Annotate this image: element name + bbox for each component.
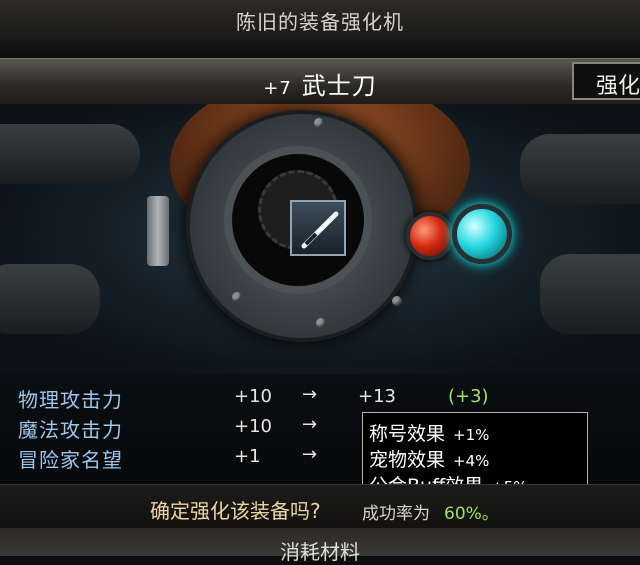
bolt xyxy=(392,296,402,306)
red-orb-icon xyxy=(406,212,454,260)
stat-name: 物理攻击力 xyxy=(18,388,123,412)
katana-icon xyxy=(301,211,339,249)
bolt xyxy=(316,318,326,328)
title-strip xyxy=(0,38,640,59)
success-rate-value: 60%。 xyxy=(444,504,499,524)
bolt xyxy=(314,118,324,128)
pipe-right-lower xyxy=(540,254,640,334)
stat-name: 魔法攻击力 xyxy=(18,418,123,442)
cyan-orb-icon xyxy=(452,204,512,264)
tooltip-value: +4% xyxy=(453,452,490,470)
item-slot[interactable] xyxy=(290,200,346,256)
stat-current: +10 xyxy=(234,386,272,407)
window-title: 陈旧的装备强化机 xyxy=(236,10,404,34)
item-name: 武士刀 xyxy=(301,72,377,100)
enhance-tab[interactable]: 强化 xyxy=(572,62,640,100)
arrow-icon: → xyxy=(302,384,318,405)
enhance-tab-label: 强化 xyxy=(596,74,640,99)
tooltip-value: +1% xyxy=(453,426,490,444)
arrow-icon: → xyxy=(302,444,318,465)
tooltip-line-title: 称号效果 +1% xyxy=(369,419,489,446)
success-rate-label: 成功率为 xyxy=(362,504,430,524)
pipe-left xyxy=(0,124,140,184)
pipe-right xyxy=(520,134,640,204)
arrow-icon: → xyxy=(302,414,318,435)
bolt xyxy=(232,292,242,302)
hatch-hinge xyxy=(147,196,169,266)
stat-row-physical-attack: 物理攻击力 +10 → +13 (+3) xyxy=(0,384,640,414)
stat-current: +10 xyxy=(234,416,272,437)
success-rate: 成功率为 60%。 xyxy=(362,499,499,524)
tooltip-label: 宠物效果 xyxy=(369,449,446,471)
tooltip-label: 称号效果 xyxy=(369,423,446,445)
confirm-bar: 确定强化该装备吗? 成功率为 60%。 xyxy=(0,484,640,529)
item-title: +7 武士刀 xyxy=(200,66,440,101)
materials-label: 消耗材料 xyxy=(280,540,360,564)
stat-name: 冒险家名望 xyxy=(18,448,123,472)
tooltip-line-pet: 宠物效果 +4% xyxy=(369,445,489,472)
stat-next: +13 xyxy=(358,386,396,407)
stat-current: +1 xyxy=(234,446,261,467)
window-titlebar: 陈旧的装备强化机 xyxy=(0,0,640,39)
pipe-left-lower xyxy=(0,264,100,334)
materials-header: 消耗材料 xyxy=(0,528,640,564)
item-level: +7 xyxy=(263,78,292,99)
stat-diff: (+3) xyxy=(448,386,489,407)
confirm-question: 确定强化该装备吗? xyxy=(150,499,321,523)
